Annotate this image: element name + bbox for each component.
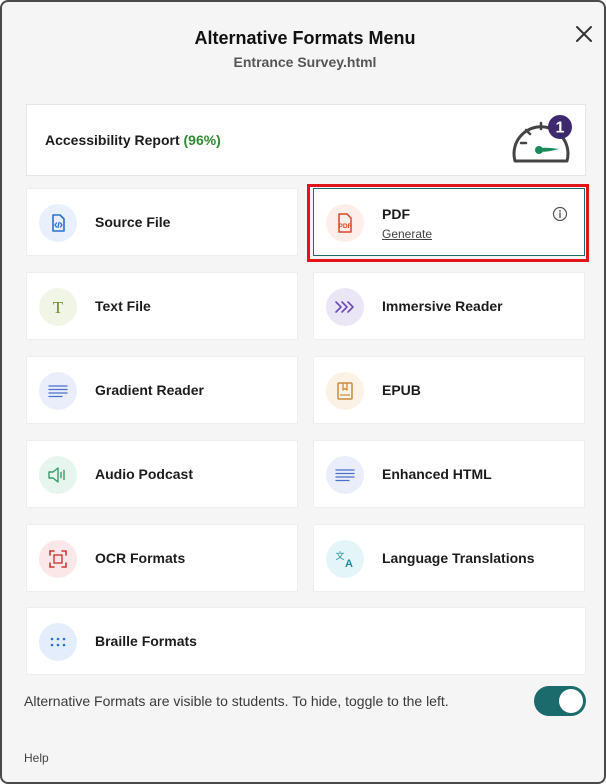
audio-podcast-label: Audio Podcast: [95, 466, 194, 482]
source-file-label: Source File: [95, 214, 171, 230]
braille-dots-icon: [39, 623, 77, 661]
braille-formats-option[interactable]: Braille Formats: [26, 607, 586, 675]
chevrons-icon: [326, 288, 364, 326]
book-icon: [326, 372, 364, 410]
immersive-reader-option[interactable]: Immersive Reader: [313, 272, 585, 340]
svg-text:PDF: PDF: [339, 223, 352, 230]
accessibility-report-card[interactable]: Accessibility Report (96%) 1: [26, 104, 586, 176]
text-t-icon: T: [39, 288, 77, 326]
text-file-option[interactable]: T Text File: [26, 272, 298, 340]
ocr-formats-option[interactable]: OCR Formats: [26, 524, 298, 592]
epub-option[interactable]: EPUB: [313, 356, 585, 424]
language-translations-label: Language Translations: [382, 550, 535, 566]
report-title: Accessibility Report: [45, 132, 180, 148]
braille-formats-label: Braille Formats: [95, 633, 197, 649]
enhanced-html-label: Enhanced HTML: [382, 466, 492, 482]
immersive-reader-label: Immersive Reader: [382, 298, 503, 314]
report-percent: (96%): [183, 132, 221, 148]
speaker-icon: [39, 456, 77, 494]
gradient-reader-option[interactable]: Gradient Reader: [26, 356, 298, 424]
dialog-title: Alternative Formats Menu: [194, 28, 416, 48]
enhanced-html-option[interactable]: Enhanced HTML: [313, 440, 585, 508]
svg-text:T: T: [53, 298, 64, 317]
svg-text:文: 文: [335, 550, 344, 562]
visibility-notice: Alternative Formats are visible to stude…: [24, 693, 449, 709]
audio-podcast-option[interactable]: Audio Podcast: [26, 440, 298, 508]
source-file-option[interactable]: Source File: [26, 188, 298, 256]
text-file-label: Text File: [95, 298, 151, 314]
pdf-file-icon: PDF: [326, 204, 364, 242]
toggle-knob: [559, 689, 583, 713]
scan-frame-icon: [39, 540, 77, 578]
help-link[interactable]: Help: [24, 751, 49, 765]
pdf-generate-link[interactable]: Generate: [382, 227, 432, 241]
student-visibility-toggle[interactable]: [534, 686, 586, 716]
language-translations-option[interactable]: 文 A Language Translations: [313, 524, 585, 592]
translate-icon: 文 A: [326, 540, 364, 578]
dialog-subtitle: Entrance Survey.html: [233, 54, 377, 70]
report-badge-count: 1: [556, 120, 565, 137]
info-icon[interactable]: [552, 206, 568, 222]
lines-icon: [326, 456, 364, 494]
gradient-reader-label: Gradient Reader: [95, 382, 204, 398]
accessibility-report-label: Accessibility Report (96%): [45, 132, 221, 148]
speedometer-icon: 1: [509, 113, 575, 169]
code-file-icon: [39, 204, 77, 242]
epub-label: EPUB: [382, 382, 421, 398]
svg-text:A: A: [345, 558, 353, 569]
alternative-formats-dialog: Alternative Formats Menu Entrance Survey…: [0, 0, 606, 784]
pdf-option[interactable]: PDF PDF Generate: [313, 188, 585, 256]
pdf-label: PDF: [382, 206, 410, 222]
lines-icon: [39, 372, 77, 410]
ocr-formats-label: OCR Formats: [95, 550, 186, 566]
